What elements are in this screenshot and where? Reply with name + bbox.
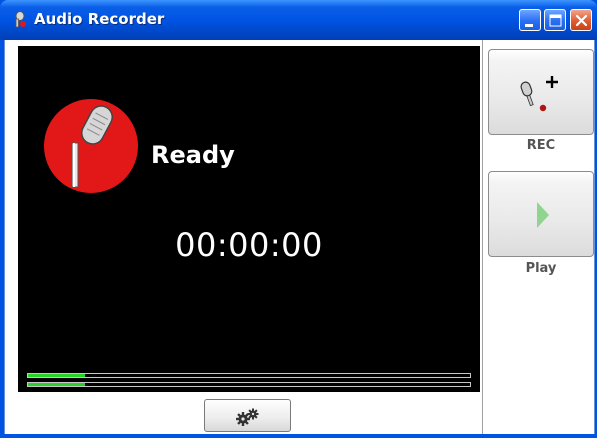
gears-icon [236,408,259,426]
maximize-icon [549,14,562,27]
microphone-add-icon [520,76,558,112]
title-bar[interactable]: Audio Recorder [0,0,597,40]
level-meter-fill [28,374,86,377]
client-area: Ready 00:00:00 REC Play [4,40,595,434]
level-meter-right [27,382,471,387]
minimize-button[interactable] [519,9,541,31]
level-meter-fill [28,383,86,386]
recorder-display: Ready 00:00:00 [18,46,480,392]
status-label: Ready [151,141,235,169]
close-button[interactable] [570,9,592,31]
play-icon [537,202,549,228]
window-title: Audio Recorder [34,10,165,28]
settings-button[interactable] [204,399,291,432]
maximize-button[interactable] [544,9,566,31]
level-meter-left [27,373,471,378]
sidebar-divider [482,40,483,434]
play-button[interactable] [488,171,594,257]
microphone-icon [71,105,113,188]
elapsed-time: 00:00:00 [175,226,323,264]
audio-recorder-window: Audio Recorder Ready 00:00:00 REC Play [0,0,597,438]
rec-label: REC [526,138,556,153]
status-mic-badge [44,99,138,193]
play-label: Play [525,261,557,276]
close-icon [575,14,588,27]
minimize-icon [525,24,533,27]
rec-button[interactable] [488,49,594,135]
microphone-icon [10,11,28,29]
